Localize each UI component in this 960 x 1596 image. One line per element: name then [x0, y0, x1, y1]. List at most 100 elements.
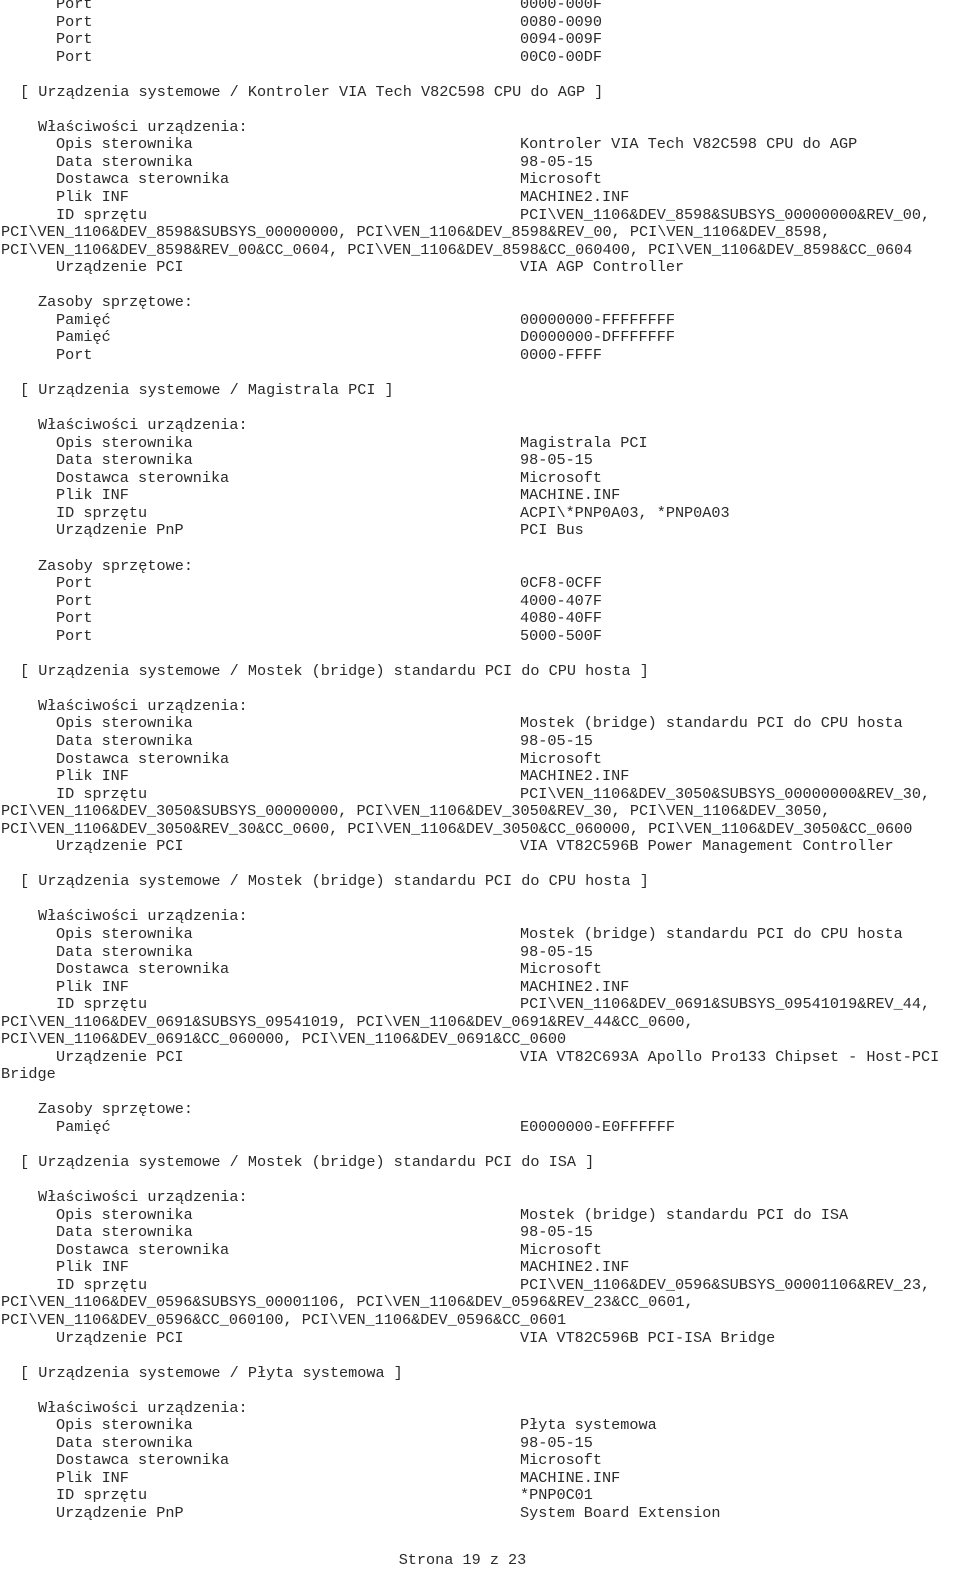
property-row: Urządzenie PCI VIA AGP Controller — [0, 259, 960, 277]
field-value: PCI Bus — [520, 521, 584, 540]
property-value-continuation: PCI\VEN_1106&DEV_3050&REV_30&CC_0600, PC… — [1, 819, 913, 838]
field-label: Data sterownika — [56, 942, 193, 961]
field-label: Urządzenie PCI — [56, 837, 184, 856]
field-value: 4000-407F — [520, 591, 603, 610]
field-label: Urządzenie PCI — [56, 258, 184, 277]
field-value: Płyta systemowa — [520, 1416, 657, 1435]
field-value: 00000000-FFFFFFFF — [520, 310, 675, 329]
field-value: MACHINE2.INF — [520, 977, 630, 996]
field-label: Pamięć — [56, 310, 111, 329]
resource-row: Pamięć 00000000-FFFFFFFF — [0, 310, 960, 330]
property-row: Urządzenie PCI VIA VT82C596B Power Manage… — [0, 838, 960, 856]
field-label: ID sprzętu — [56, 995, 148, 1014]
field-value: VIA VT82C596B PCI-ISA Bridge — [520, 1328, 776, 1347]
properties-title: Właściwości urządzenia: — [38, 416, 248, 435]
field-label: Data sterownika — [56, 451, 193, 470]
property-row: ID sprzętu PCI\VEN_1106&DEV_3050&SUBSYS_0… — [0, 784, 960, 804]
field-value: 00C0-00DF — [520, 47, 603, 66]
field-value: PCI\VEN_1106&DEV_0596&SUBSYS_00001106&RE… — [520, 1275, 931, 1294]
resources-title: Zasoby sprzętowe: — [38, 293, 193, 312]
field-label: Dostawca sterownika — [56, 1451, 230, 1470]
resource-row: Port 4000-407F — [0, 591, 960, 611]
field-value: 0080-0090 — [520, 12, 603, 31]
resource-row: Port 0000-FFFF — [0, 345, 960, 365]
resource-row: Port 0080-0090 — [0, 12, 960, 32]
field-value: System Board Extension — [520, 1504, 721, 1523]
field-value: MACHINE2.INF — [520, 188, 630, 207]
property-row: Dostawca sterownika Microsoft — [0, 749, 960, 769]
section-heading: [ Urządzenia systemowe / Magistrala PCI … — [20, 381, 394, 400]
field-value: Kontroler VIA Tech V82C598 CPU do AGP — [520, 135, 858, 154]
field-label: Port — [56, 30, 93, 49]
field-value: MACHINE2.INF — [520, 767, 630, 786]
properties-title: Właściwości urządzenia: — [38, 1398, 248, 1417]
field-value: VIA VT82C596B Power Management Controlle… — [520, 837, 894, 856]
property-row: Opis sterownika Kontroler VIA Tech V82C59… — [0, 136, 960, 154]
field-label: Dostawca sterownika — [56, 960, 230, 979]
property-row: Dostawca sterownika Microsoft — [0, 1452, 960, 1470]
property-row: Urządzenie PnP System Board Extension — [0, 1504, 960, 1523]
field-label: Dostawca sterownika — [56, 170, 230, 189]
property-value-continuation: PCI\VEN_1106&DEV_3050&SUBSYS_00000000, P… — [1, 802, 831, 821]
field-value: Microsoft — [520, 1240, 603, 1259]
property-row: Plik INF MACHINE.INF — [0, 1469, 960, 1488]
field-label: Urządzenie PCI — [56, 1047, 184, 1066]
field-label: Port — [56, 345, 93, 364]
field-label: Port — [56, 47, 93, 66]
property-value-continuation: Bridge — [1, 1065, 56, 1084]
property-row: ID sprzętu ACPI\*PNP0A03, *PNP0A03 — [0, 503, 960, 523]
field-label: Plik INF — [56, 1258, 129, 1277]
field-label: Opis sterownika — [56, 714, 193, 733]
property-row: Dostawca sterownika Microsoft — [0, 961, 960, 979]
resource-row: Port 00C0-00DF — [0, 47, 960, 67]
section-heading: [ Urządzenia systemowe / Mostek (bridge)… — [20, 1153, 595, 1172]
property-row: Opis sterownika Mostek (bridge) standardu… — [0, 715, 960, 733]
property-value-continuation: PCI\VEN_1106&DEV_0691&SUBSYS_09541019, P… — [1, 1012, 694, 1031]
field-label: Opis sterownika — [56, 135, 193, 154]
field-value: E0000000-E0FFFFFF — [520, 1118, 675, 1136]
property-row: Dostawca sterownika Microsoft — [0, 469, 960, 488]
field-label: Opis sterownika — [56, 433, 193, 452]
field-value: 0CF8-0CFF — [520, 574, 603, 593]
property-row: ID sprzętu PCI\VEN_1106&DEV_0691&SUBSYS_0… — [0, 996, 960, 1014]
field-label: Data sterownika — [56, 1433, 193, 1452]
field-value: 0094-009F — [520, 30, 603, 49]
field-label: Data sterownika — [56, 152, 193, 171]
field-label: Pamięć — [56, 1118, 111, 1136]
property-value-continuation: PCI\VEN_1106&DEV_8598&REV_00&CC_0604, PC… — [1, 240, 913, 259]
field-label: Data sterownika — [56, 1223, 193, 1242]
property-row: Plik INF MACHINE2.INF — [0, 1259, 960, 1277]
field-label: Pamięć — [56, 328, 111, 347]
field-label: Port — [56, 609, 93, 628]
properties-title: Właściwości urządzenia: — [38, 117, 248, 136]
field-value: Magistrala PCI — [520, 433, 648, 452]
field-value: PCI\VEN_1106&DEV_3050&SUBSYS_00000000&RE… — [520, 784, 931, 803]
field-label: Data sterownika — [56, 731, 193, 750]
field-value: 98-05-15 — [520, 942, 593, 961]
property-value-continuation: PCI\VEN_1106&DEV_0596&CC_060100, PCI\VEN… — [1, 1311, 567, 1330]
field-label: Port — [56, 574, 93, 593]
field-value: Mostek (bridge) standardu PCI do ISA — [520, 1205, 849, 1224]
field-value: Microsoft — [520, 749, 603, 768]
properties-title: Właściwości urządzenia: — [38, 1188, 248, 1207]
field-value: ACPI\*PNP0A03, *PNP0A03 — [520, 503, 730, 522]
field-label: Urządzenie PnP — [56, 1504, 184, 1523]
properties-title: Właściwości urządzenia: — [38, 907, 248, 926]
property-row: Plik INF MACHINE2.INF — [0, 768, 960, 786]
property-row: Data sterownika 98-05-15 — [0, 942, 960, 962]
field-value: 98-05-15 — [520, 731, 593, 750]
field-value: 98-05-15 — [520, 451, 593, 470]
resource-row: Port 0000-000F — [0, 0, 960, 14]
field-label: Plik INF — [56, 486, 129, 505]
field-label: Urządzenie PnP — [56, 521, 184, 540]
field-value: 98-05-15 — [520, 1223, 593, 1242]
property-row: ID sprzętu PCI\VEN_1106&DEV_8598&SUBSYS_0… — [0, 206, 960, 225]
section-heading: [ Urządzenia systemowe / Mostek (bridge)… — [20, 872, 649, 891]
field-value: 5000-500F — [520, 626, 603, 645]
